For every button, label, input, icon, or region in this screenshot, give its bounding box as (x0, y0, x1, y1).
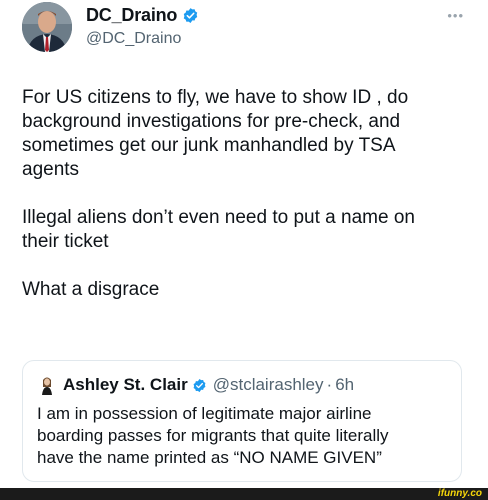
quoted-display-name[interactable]: Ashley St. Clair (63, 375, 188, 395)
verified-badge-icon (183, 8, 198, 23)
author-avatar[interactable] (22, 2, 72, 52)
quoted-timestamp[interactable]: 6h (335, 375, 354, 395)
quoted-handle[interactable]: @stclairashley (213, 375, 324, 395)
more-dots-icon[interactable]: ••• (447, 8, 464, 23)
quoted-author-avatar[interactable] (37, 375, 57, 395)
quoted-tweet-header: Ashley St. Clair @stclairashley · 6h (37, 375, 354, 395)
watermark-bar: ifunny.co (0, 488, 488, 500)
tweet-card: DC_Draino @DC_Draino ••• For US citizens… (0, 0, 488, 488)
quoted-tweet-text: I am in possession of legitimate major a… (37, 404, 389, 467)
quoted-separator: · (326, 375, 333, 394)
tweet-text: For US citizens to fly, we have to show … (22, 87, 415, 300)
quoted-tweet[interactable]: Ashley St. Clair @stclairashley · 6h I a… (22, 360, 462, 482)
author-handle[interactable]: @DC_Draino (86, 30, 181, 48)
author-display-name[interactable]: DC_Draino (86, 5, 177, 26)
author-name-row: DC_Draino (86, 5, 199, 26)
watermark-text: ifunny.co (437, 488, 482, 499)
quoted-verified-badge-icon (193, 378, 206, 392)
author-avatar-image (22, 2, 72, 52)
